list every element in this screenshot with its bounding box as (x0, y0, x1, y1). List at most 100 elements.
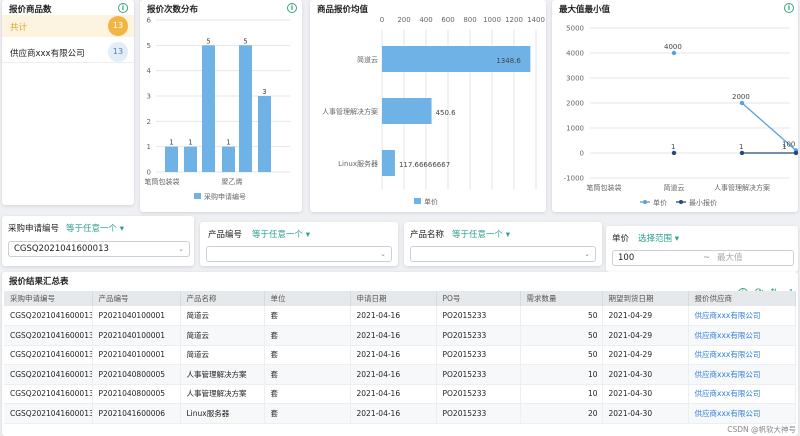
bar (258, 96, 271, 172)
table-cell: 简道云 (180, 325, 265, 346)
column-header[interactable]: 需求数量 (520, 291, 603, 306)
column-header[interactable]: 单位 (264, 291, 351, 306)
column-header[interactable]: PO号 (436, 291, 521, 306)
table-cell: 2021-04-30 (602, 403, 689, 424)
caret-down-icon: ▾ (119, 224, 124, 234)
table-cell: 简道云 (180, 345, 265, 365)
filter-req-no: 采购申请编号 等于任意一个 ▾ CGSQ2021041600013 ⌄ (2, 216, 194, 266)
price-range-input[interactable]: 100 ~ 最大值 (612, 250, 794, 266)
filter-operator-dropdown[interactable]: 选择范围 ▾ (638, 232, 679, 244)
filter-value-select[interactable]: ⌄ (206, 246, 392, 262)
y-tick-label: 6 (147, 17, 152, 25)
column-header[interactable]: 采购申请编号 (4, 291, 93, 306)
table-cell[interactable]: 供应商xxx有限公司 (688, 325, 796, 346)
data-label: 1 (169, 139, 173, 147)
chart-panel-avg-price: 商品报价均值 0 200 400 600 800 1000 1200 1400 简道云 1348.… (310, 0, 546, 212)
table-row[interactable]: CGSQ2021041600013 P2021041600006 Linux服务器套… (4, 403, 796, 424)
data-label: 1 (188, 139, 192, 147)
y-tick-label: 2000 (566, 100, 584, 108)
y-tick-label: 0 (580, 150, 584, 158)
legend-marker (679, 200, 683, 204)
count-panel: 报价商品数 i 共计 13 供应商xxx有限公司 13 (2, 0, 134, 205)
table-cell: 套 (264, 345, 351, 365)
table-row[interactable]: CGSQ2021041600013 P2021040100001 简道云套 2021-… (4, 345, 796, 365)
table-cell[interactable]: 供应商xxx有限公司 (688, 364, 796, 385)
table-cell: 10 (520, 384, 603, 404)
table-cell: 2021-04-16 (350, 345, 437, 365)
table-cell: CGSQ2021041600013 (4, 384, 93, 404)
y-tick-label: 0 (147, 169, 151, 177)
count-row-total[interactable]: 共计 13 (2, 15, 134, 37)
table-cell: 套 (264, 403, 351, 424)
filter-operator-dropdown[interactable]: 等于任意一个 ▾ (252, 228, 310, 240)
table-body: CGSQ2021041600013 P2021040100001 简道云套 2021-… (4, 306, 796, 424)
count-row-supplier[interactable]: 供应商xxx有限公司 13 (2, 41, 134, 63)
column-header[interactable]: 产品名称 (180, 291, 265, 306)
chevron-down-icon: ⌄ (380, 250, 386, 258)
table-cell: 20 (520, 403, 603, 424)
bar (382, 150, 395, 176)
legend-swatch (194, 193, 201, 199)
filter-label: 单价 (612, 234, 630, 244)
table-cell: 50 (520, 325, 603, 346)
data-label: 3 (262, 88, 266, 96)
y-tick-label: 1 (147, 143, 151, 151)
x-tick-label: 600 (441, 16, 454, 24)
filter-value-select[interactable]: CGSQ2021041600013 ⌄ (8, 241, 190, 257)
data-label: 2000 (732, 93, 750, 101)
filter-value-select[interactable]: ⌄ (410, 246, 596, 262)
table-cell: CGSQ2021041600013 (4, 403, 93, 424)
bar (239, 45, 252, 173)
table-cell: 2021-04-29 (602, 306, 689, 326)
table-cell[interactable]: 供应商xxx有限公司 (688, 403, 796, 424)
chart-panel-max-min: 最大值最小值 i -1000 0 1000 2000 3000 4000 5000 笔筒包装袋… (552, 0, 798, 212)
bar (165, 146, 178, 172)
table-cell: P2021040100001 (92, 306, 181, 326)
bar-chart-quote-count: 0 1 2 3 4 5 6 1 1 5 1 5 3 笔筒包装袋 聚乙烯采购申请编号 (145, 17, 290, 201)
table-cell: CGSQ2021041600013 (4, 364, 93, 385)
data-label: 5 (206, 37, 210, 45)
table-cell[interactable]: 供应商xxx有限公司 (688, 384, 796, 404)
y-tick-label: 简道云 (357, 55, 378, 64)
table-row[interactable]: CGSQ2021041600013 P2021040800005 人事管理解决方案套… (4, 364, 796, 385)
filter-operator-dropdown[interactable]: 等于任意一个 ▾ (452, 228, 510, 240)
price-range-separator: ~ (703, 253, 711, 263)
legend-swatch (414, 198, 421, 204)
table-row[interactable]: CGSQ2021041600013 P2021040100001 简道云套 2021-… (4, 306, 796, 326)
column-header[interactable]: 申请日期 (350, 291, 437, 306)
table-cell[interactable]: 供应商xxx有限公司 (688, 306, 796, 326)
chevron-down-icon: ⌄ (584, 250, 590, 258)
table-cell: P2021040800005 (92, 384, 181, 404)
table-cell: 人事管理解决方案 (180, 364, 265, 385)
table-row[interactable]: CGSQ2021041600013 P2021040100001 简道云套 2021-… (4, 325, 796, 346)
table-cell[interactable]: 供应商xxx有限公司 (688, 345, 796, 365)
y-tick-label: 4 (147, 67, 152, 75)
table-cell: 2021-04-16 (350, 325, 437, 346)
table-cell: Linux服务器 (180, 403, 265, 424)
x-tick-label: 1200 (505, 16, 523, 24)
column-header[interactable]: 报价供应商 (688, 291, 796, 306)
column-header[interactable]: 产品编号 (92, 291, 181, 306)
table-cell: P2021040800005 (92, 364, 181, 385)
table-cell: 2021-04-29 (602, 345, 689, 365)
count-badge: 13 (108, 42, 128, 62)
y-tick-label: 3000 (566, 75, 584, 83)
filter-prod-name: 产品名称 等于任意一个 ▾ ⌄ (404, 222, 602, 266)
table-cell: 10 (520, 364, 603, 385)
x-tick-label: 200 (397, 16, 410, 24)
info-icon[interactable]: i (118, 3, 128, 13)
column-header[interactable]: 期望到货日期 (602, 291, 689, 306)
table-cell: 2021-04-30 (602, 384, 689, 404)
table-cell: P2021040100001 (92, 345, 181, 365)
price-max-placeholder[interactable]: 最大值 (717, 251, 743, 265)
x-tick-label: 0 (380, 16, 384, 24)
chart-panel-quote-count: 报价次数分布 i 0 1 2 3 4 5 6 1 1 5 1 5 3 笔筒包装袋 聚乙烯 采购申请编号 (140, 0, 302, 212)
filter-operator-dropdown[interactable]: 等于任意一个 ▾ (66, 222, 124, 234)
y-tick-label: 5000 (566, 25, 584, 33)
price-min-value[interactable]: 100 (618, 253, 634, 263)
filter-operator-label: 等于任意一个 (452, 230, 504, 240)
data-point (671, 50, 677, 56)
data-label: 117.66666667 (399, 161, 450, 169)
table-cell: PO2015233 (436, 403, 521, 424)
table-row[interactable]: CGSQ2021041600013 P2021040800005 人事管理解决方案套… (4, 384, 796, 404)
